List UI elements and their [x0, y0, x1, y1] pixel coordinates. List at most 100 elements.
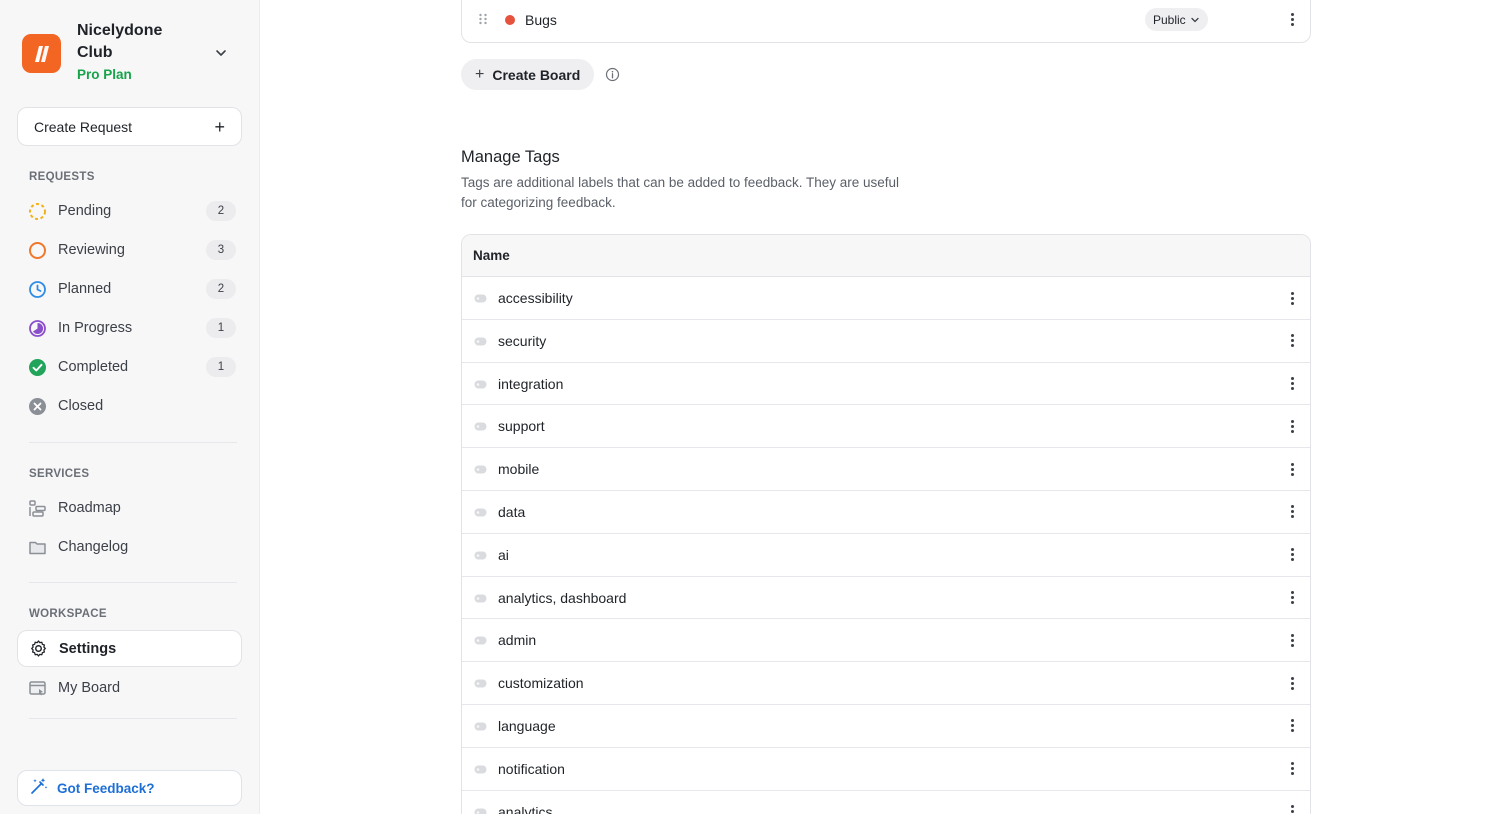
tag-name: language [498, 717, 556, 734]
sidebar-item-label: My Board [58, 680, 121, 696]
more-options-icon[interactable] [1284, 588, 1300, 608]
more-options-icon[interactable] [1284, 802, 1300, 814]
tag-name: customization [498, 675, 584, 692]
tag-icon [474, 422, 487, 431]
visibility-select[interactable]: Public [1145, 8, 1208, 31]
tag-icon [474, 551, 487, 560]
board-row[interactable]: Bugs Public [461, 0, 1311, 43]
more-options-icon[interactable] [1284, 673, 1300, 693]
table-row[interactable]: customization [462, 662, 1310, 705]
more-options-icon[interactable] [1284, 502, 1300, 522]
count-badge: 2 [206, 201, 236, 221]
table-header: Name [462, 235, 1310, 277]
table-row[interactable]: admin [462, 619, 1310, 663]
got-feedback-button[interactable]: Got Feedback? [17, 770, 242, 806]
table-row[interactable]: notification [462, 748, 1310, 791]
drag-handle-icon[interactable] [476, 12, 490, 26]
more-options-icon[interactable] [1284, 716, 1300, 736]
tag-icon [474, 636, 487, 645]
org-switcher[interactable]: Nicelydone Club Pro Plan [22, 18, 242, 88]
pending-status-icon [28, 202, 47, 221]
create-board-button[interactable]: + Create Board [461, 59, 595, 90]
sidebar-item-reviewing[interactable]: Reviewing 3 [17, 232, 242, 268]
org-plan: Pro Plan [77, 67, 132, 82]
tag-name: mobile [498, 461, 540, 478]
board-icon [28, 679, 47, 698]
table-row[interactable]: support [462, 405, 1310, 449]
sidebar-item-label: Changelog [58, 539, 129, 555]
sidebar-item-completed[interactable]: Completed 1 [17, 349, 242, 385]
tag-name: ai [498, 546, 509, 563]
more-options-icon[interactable] [1284, 374, 1300, 394]
chevron-down-icon [1191, 17, 1199, 22]
board-color-dot [505, 15, 515, 25]
board-name: Bugs [525, 12, 557, 28]
more-options-icon[interactable] [1284, 759, 1300, 779]
roadmap-icon [28, 499, 47, 518]
more-options-icon[interactable] [1284, 459, 1300, 479]
manage-tags-title: Manage Tags [461, 148, 560, 166]
tag-icon [474, 679, 487, 688]
table-row[interactable]: analytics [462, 791, 1310, 814]
tag-name: support [498, 418, 545, 435]
sidebar-divider [29, 442, 237, 443]
section-label-services: SERVICES [29, 468, 90, 480]
tag-icon [474, 337, 487, 346]
sidebar: Nicelydone Club Pro Plan Create Request … [0, 0, 260, 814]
sidebar-item-my-board[interactable]: My Board [17, 670, 242, 706]
sidebar-item-settings[interactable]: Settings [17, 630, 242, 667]
more-options-icon[interactable] [1284, 630, 1300, 650]
sidebar-divider [29, 718, 237, 719]
table-row[interactable]: security [462, 320, 1310, 363]
tag-icon [474, 465, 487, 474]
tag-icon [474, 808, 487, 814]
org-logo [22, 34, 61, 73]
table-row[interactable]: mobile [462, 448, 1310, 491]
folder-icon [28, 538, 47, 557]
create-board-label: Create Board [492, 66, 581, 83]
create-request-button[interactable]: Create Request + [17, 107, 242, 146]
sidebar-item-pending[interactable]: Pending 2 [17, 193, 242, 229]
table-row[interactable]: analytics, dashboard [462, 577, 1310, 620]
in-progress-status-icon [28, 319, 47, 338]
table-row[interactable]: ai [462, 534, 1310, 577]
magic-wand-icon [29, 776, 49, 801]
table-row[interactable]: accessibility [462, 277, 1310, 320]
tag-icon [474, 765, 487, 774]
more-options-icon[interactable] [1284, 545, 1300, 565]
org-name: Nicelydone Club [77, 22, 163, 61]
tags-table: Name accessibility security integration sup… [461, 234, 1311, 814]
create-request-label: Create Request [34, 118, 133, 135]
more-options-icon[interactable] [1284, 416, 1300, 436]
sidebar-item-planned[interactable]: Planned 2 [17, 271, 242, 307]
sidebar-item-changelog[interactable]: Changelog [17, 529, 242, 565]
more-options-icon[interactable] [1284, 9, 1300, 29]
sidebar-item-closed[interactable]: Closed [17, 388, 242, 424]
column-header-name: Name [473, 248, 510, 263]
sidebar-item-label: Settings [59, 640, 117, 657]
sidebar-divider [29, 582, 237, 583]
sidebar-item-label: Closed [58, 398, 104, 414]
table-row[interactable]: integration [462, 363, 1310, 406]
more-options-icon[interactable] [1284, 288, 1300, 308]
sidebar-item-label: Reviewing [58, 242, 125, 258]
chevron-down-icon[interactable] [214, 46, 228, 60]
sidebar-item-label: Planned [58, 281, 112, 297]
tag-name: integration [498, 375, 564, 392]
more-options-icon[interactable] [1284, 331, 1300, 351]
table-row[interactable]: data [462, 491, 1310, 534]
sidebar-item-label: In Progress [58, 320, 133, 336]
visibility-label: Public [1153, 12, 1186, 27]
clock-icon [28, 280, 47, 299]
sidebar-item-in-progress[interactable]: In Progress 1 [17, 310, 242, 346]
table-row[interactable]: language [462, 705, 1310, 748]
tag-icon [474, 722, 487, 731]
sidebar-item-roadmap[interactable]: Roadmap [17, 490, 242, 526]
tag-icon [474, 294, 487, 303]
plus-icon: + [475, 65, 485, 83]
section-label-requests: REQUESTS [29, 171, 95, 183]
count-badge: 3 [206, 240, 236, 260]
plus-icon: + [214, 116, 225, 137]
section-label-workspace: WORKSPACE [29, 608, 107, 620]
info-icon[interactable] [605, 67, 620, 82]
